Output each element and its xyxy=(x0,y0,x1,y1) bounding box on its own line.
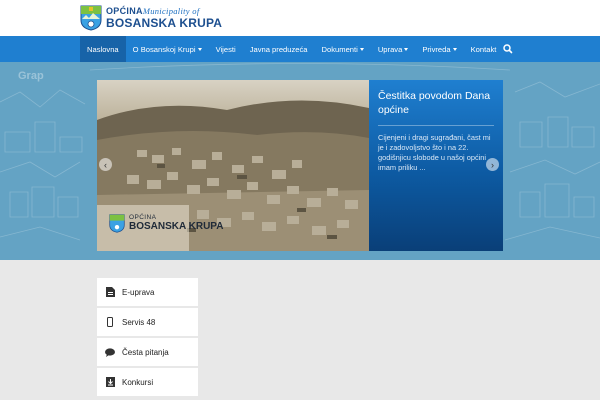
nav-item-label: Vijesti xyxy=(215,44,236,54)
news-slider[interactable]: OPĆINA BOSANSKA KRUPA Čestitka povodom D… xyxy=(97,80,503,251)
logo-line1-sub: Municipality of xyxy=(142,6,200,16)
mobile-icon xyxy=(105,317,115,327)
nav-item-naslovna[interactable]: Naslovna xyxy=(80,36,126,62)
document-icon xyxy=(105,287,115,297)
nav-item-uprava[interactable]: Uprava xyxy=(371,36,415,62)
caret-down-icon xyxy=(197,47,202,51)
nav-item-label: Privreda xyxy=(422,44,451,54)
nav-list: Naslovna O Bosanskoj Krupi Vijesti Javna… xyxy=(80,36,503,62)
site-logo[interactable]: OPĆINAMunicipality of BOSANSKA KRUPA xyxy=(80,4,222,32)
nav-item-label: Javna preduzeća xyxy=(249,44,308,54)
side-item-servis-48[interactable]: Servis 48 xyxy=(97,308,198,336)
quick-links-menu: E-uprava Servis 48 Česta pitanja Konkurs… xyxy=(97,278,198,398)
main-nav: Naslovna O Bosanskoj Krupi Vijesti Javna… xyxy=(0,36,600,62)
nav-item-label: Naslovna xyxy=(87,44,119,54)
slide-logo-line2: BOSANSKA KRUPA xyxy=(129,220,224,232)
divider xyxy=(378,125,494,126)
caret-down-icon xyxy=(359,47,364,51)
side-item-e-uprava[interactable]: E-uprava xyxy=(97,278,198,306)
site-header: OPĆINAMunicipality of BOSANSKA KRUPA xyxy=(0,0,600,36)
slide-photo[interactable]: OPĆINA BOSANSKA KRUPA xyxy=(97,80,369,251)
nav-item-label: Kontakt xyxy=(470,44,497,54)
crest-icon xyxy=(109,214,125,233)
slide-excerpt: Cijenjeni i dragi sugrađani, čast mi je … xyxy=(378,133,491,172)
caret-down-icon xyxy=(452,47,457,51)
slide-caption-panel: Čestitka povodom Dana općine Cijenjeni i… xyxy=(369,80,503,251)
chevron-right-icon[interactable]: › xyxy=(486,158,499,171)
nav-item-privreda[interactable]: Privreda xyxy=(415,36,463,62)
search-icon[interactable] xyxy=(501,42,515,56)
nav-item-javna-preduzeca[interactable]: Javna preduzeća xyxy=(243,36,315,62)
logo-line2: BOSANSKA KRUPA xyxy=(106,16,223,30)
side-item-label: Servis 48 xyxy=(122,317,156,327)
download-icon xyxy=(105,377,115,387)
caret-down-icon xyxy=(404,47,409,51)
side-item-label: E-uprava xyxy=(122,287,155,297)
nav-item-kontakt[interactable]: Kontakt xyxy=(464,36,504,62)
chevron-left-icon[interactable]: ‹ xyxy=(99,158,112,171)
nav-item-o-bosanskoj-krupi[interactable]: O Bosanskoj Krupi xyxy=(126,36,209,62)
nav-item-dokumenti[interactable]: Dokumenti xyxy=(315,36,371,62)
nav-item-vijesti[interactable]: Vijesti xyxy=(209,36,243,62)
chat-icon xyxy=(105,347,115,357)
nav-item-label: Dokumenti xyxy=(321,44,358,54)
side-item-konkursi[interactable]: Konkursi xyxy=(97,368,198,396)
nav-item-label: O Bosanskoj Krupi xyxy=(132,44,196,54)
crest-icon xyxy=(80,5,102,31)
hero-corner-text: Grap xyxy=(18,70,44,82)
nav-item-label: Uprava xyxy=(377,44,403,54)
slide-watermark-logo: OPĆINA BOSANSKA KRUPA xyxy=(109,214,223,233)
logo-line1: OPĆINA xyxy=(106,6,143,16)
side-item-cesta-pitanja[interactable]: Česta pitanja xyxy=(97,338,198,366)
side-item-label: Konkursi xyxy=(122,377,154,387)
slide-title[interactable]: Čestitka povodom Dana općine xyxy=(378,89,494,117)
side-item-label: Česta pitanja xyxy=(122,347,169,357)
